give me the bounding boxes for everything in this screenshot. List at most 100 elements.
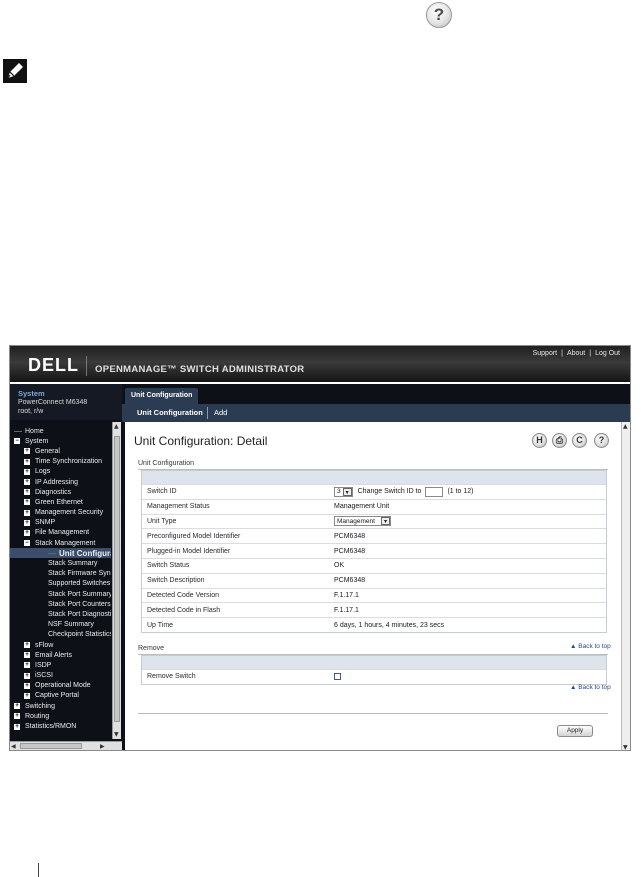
expand-icon[interactable]: + bbox=[14, 713, 20, 720]
tree-item[interactable]: + General bbox=[10, 446, 111, 456]
tree-item[interactable]: + Diagnostics bbox=[10, 487, 111, 497]
tree-item[interactable]: Stack Firmware Synchronization bbox=[10, 569, 111, 579]
app-title: OPENMANAGE™ SWITCH ADMINISTRATOR bbox=[95, 364, 305, 375]
tree-item[interactable]: − System bbox=[10, 436, 111, 446]
scrollbar-thumb[interactable] bbox=[114, 436, 120, 722]
tree-item[interactable]: + Time Synchronization bbox=[10, 457, 111, 467]
tree-item-label: Unit Configuration bbox=[59, 548, 111, 558]
support-link[interactable]: Support bbox=[533, 350, 558, 357]
tree-item[interactable]: + Logs bbox=[10, 467, 111, 477]
expand-icon[interactable]: + bbox=[24, 662, 30, 669]
about-link[interactable]: About bbox=[567, 350, 585, 357]
tree-item[interactable]: + Statistics/RMON bbox=[10, 721, 111, 731]
chevron-down-icon[interactable]: ▾ bbox=[381, 517, 390, 526]
link-separator: | bbox=[561, 350, 563, 357]
tree-item[interactable]: Supported Switches bbox=[10, 579, 111, 589]
expand-icon[interactable]: + bbox=[24, 448, 30, 455]
subtab-separator bbox=[207, 407, 208, 419]
tree-item[interactable]: − Stack Management bbox=[10, 538, 111, 548]
collapse-icon[interactable]: − bbox=[14, 438, 20, 445]
tree-item[interactable]: Unit Configuration bbox=[10, 548, 111, 559]
tree-item[interactable]: + Routing bbox=[10, 711, 111, 721]
scroll-down-arrow-icon[interactable]: ▼ bbox=[114, 731, 119, 738]
tree-item[interactable]: Stack Summary bbox=[10, 558, 111, 568]
expand-icon[interactable]: + bbox=[24, 642, 30, 649]
tree-item-label: NSF Summary bbox=[48, 621, 94, 629]
tree-item[interactable]: + Captive Portal bbox=[10, 691, 111, 701]
tree-item[interactable]: + sFlow bbox=[10, 640, 111, 650]
tree-item-label: Management Security bbox=[35, 509, 104, 517]
logout-link[interactable]: Log Out bbox=[595, 350, 620, 357]
tree-item-label: Routing bbox=[25, 712, 50, 720]
unit-type-select[interactable]: Management ▾ bbox=[334, 516, 391, 527]
help-icon[interactable]: ? bbox=[594, 433, 609, 448]
scroll-right-arrow-icon[interactable]: ▶ bbox=[100, 743, 105, 750]
tree-item[interactable]: + File Management bbox=[10, 528, 111, 538]
expand-icon[interactable]: + bbox=[24, 479, 30, 486]
expand-icon[interactable]: + bbox=[24, 672, 30, 679]
row-label: Remove Switch bbox=[147, 673, 196, 681]
tree-item-label: Supported Switches bbox=[48, 580, 111, 588]
tree-item[interactable]: + Operational Mode bbox=[10, 681, 111, 691]
tree-item[interactable]: + Email Alerts bbox=[10, 650, 111, 660]
collapse-icon[interactable]: − bbox=[24, 540, 30, 547]
back-to-top-link[interactable]: ▲ Back to top bbox=[570, 684, 611, 691]
tree-item[interactable]: Checkpoint Statistics bbox=[10, 630, 111, 640]
table-row: Switch ID 3 ▾ Change Switch ID to (1 to 1… bbox=[142, 484, 606, 499]
scroll-up-arrow-icon[interactable]: ▲ bbox=[623, 423, 628, 430]
tree-item[interactable]: + Switching bbox=[10, 701, 111, 711]
content-pane: Unit Configuration: Detail H ⎙ C ? Unit … bbox=[122, 422, 630, 750]
refresh-icon[interactable]: C bbox=[572, 433, 587, 448]
tree-item[interactable]: Stack Port Summary bbox=[10, 589, 111, 599]
tab-unit-configuration[interactable]: Unit Configuration bbox=[125, 388, 199, 404]
system-title: System bbox=[18, 389, 45, 398]
scroll-down-arrow-icon[interactable]: ▼ bbox=[623, 744, 628, 750]
expand-icon[interactable]: + bbox=[24, 468, 30, 475]
page-margin-rule bbox=[38, 863, 39, 877]
remove-switch-checkbox[interactable] bbox=[334, 673, 341, 681]
expand-icon[interactable]: + bbox=[24, 489, 30, 496]
tree-item[interactable]: + Green Ethernet bbox=[10, 497, 111, 507]
scrollbar-thumb[interactable] bbox=[20, 743, 82, 749]
table-row: Up Time 6 days, 1 hours, 4 minutes, 23 se… bbox=[142, 617, 606, 632]
tree-item[interactable]: + IP Addressing bbox=[10, 477, 111, 487]
scroll-up-arrow-icon[interactable]: ▲ bbox=[114, 423, 119, 430]
value-text: F.1.17.1 bbox=[334, 591, 359, 599]
expand-icon[interactable]: + bbox=[24, 682, 30, 689]
tree-item[interactable]: Home bbox=[10, 426, 111, 436]
expand-icon[interactable]: + bbox=[24, 519, 30, 526]
expand-icon[interactable]: + bbox=[24, 499, 30, 506]
switch-id-select[interactable]: 3 ▾ bbox=[334, 486, 353, 497]
tree-horizontal-scrollbar[interactable]: ◀ ▶ bbox=[10, 741, 122, 750]
content-vertical-scrollbar[interactable]: ▲ ▼ bbox=[621, 422, 630, 750]
tree-vertical-scrollbar[interactable]: ▲ ▼ bbox=[112, 422, 121, 739]
tree-item[interactable]: NSF Summary bbox=[10, 620, 111, 630]
subtab-add[interactable]: Add bbox=[214, 408, 227, 417]
table-row: Switch Status OK bbox=[142, 557, 606, 573]
tree-item[interactable]: Stack Port Diagnostics bbox=[10, 609, 111, 619]
tree-item[interactable]: + Management Security bbox=[10, 508, 111, 518]
expand-icon[interactable]: + bbox=[24, 458, 30, 465]
tree-item[interactable]: + ISDP bbox=[10, 660, 111, 670]
section-title: Unit Configuration bbox=[138, 460, 195, 467]
save-icon[interactable]: H bbox=[532, 433, 547, 448]
change-switch-id-input[interactable] bbox=[425, 486, 444, 497]
expand-icon[interactable]: + bbox=[14, 703, 20, 710]
expand-icon[interactable]: + bbox=[14, 723, 20, 730]
apply-button[interactable]: Apply bbox=[557, 725, 593, 737]
pencil-note-icon bbox=[3, 59, 27, 83]
expand-icon[interactable]: + bbox=[24, 509, 30, 516]
chevron-down-icon[interactable]: ▾ bbox=[342, 487, 352, 496]
subtab-unit-configuration[interactable]: Unit Configuration bbox=[137, 408, 203, 417]
tree-item-label: Diagnostics bbox=[35, 488, 72, 496]
print-icon[interactable]: ⎙ bbox=[552, 433, 567, 448]
expand-icon[interactable]: + bbox=[24, 692, 30, 699]
tree-item[interactable]: Stack Port Counters bbox=[10, 599, 111, 609]
expand-icon[interactable]: + bbox=[24, 529, 30, 536]
tree-item[interactable]: + SNMP bbox=[10, 518, 111, 528]
tree-item[interactable]: + iSCSI bbox=[10, 671, 111, 681]
tree-item-label: General bbox=[35, 447, 60, 455]
back-to-top-link[interactable]: ▲ Back to top bbox=[570, 643, 611, 650]
scroll-left-arrow-icon[interactable]: ◀ bbox=[11, 743, 16, 750]
expand-icon[interactable]: + bbox=[24, 652, 30, 659]
